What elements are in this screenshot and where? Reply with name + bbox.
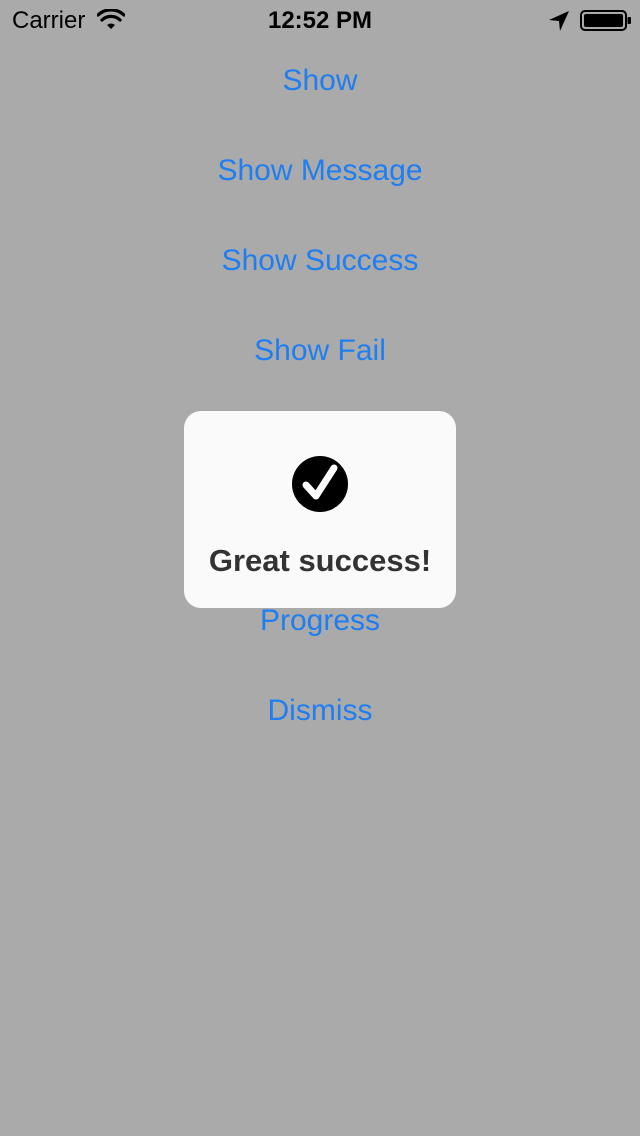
- show-button[interactable]: Show: [0, 61, 640, 101]
- clock-time: 12:52 PM: [267, 7, 373, 34]
- show-message-button[interactable]: Show Message: [0, 151, 640, 191]
- success-hud: Great success!: [184, 411, 456, 608]
- dismiss-button[interactable]: Dismiss: [0, 691, 640, 731]
- show-success-button[interactable]: Show Success: [0, 241, 640, 281]
- show-fail-button[interactable]: Show Fail: [0, 331, 640, 371]
- status-bar: Carrier 12:52 PM: [0, 0, 640, 40]
- hud-message: Great success!: [208, 543, 432, 578]
- battery-icon: [580, 10, 631, 31]
- checkmark-circle-icon: [292, 456, 348, 512]
- location-arrow-icon: [549, 11, 569, 31]
